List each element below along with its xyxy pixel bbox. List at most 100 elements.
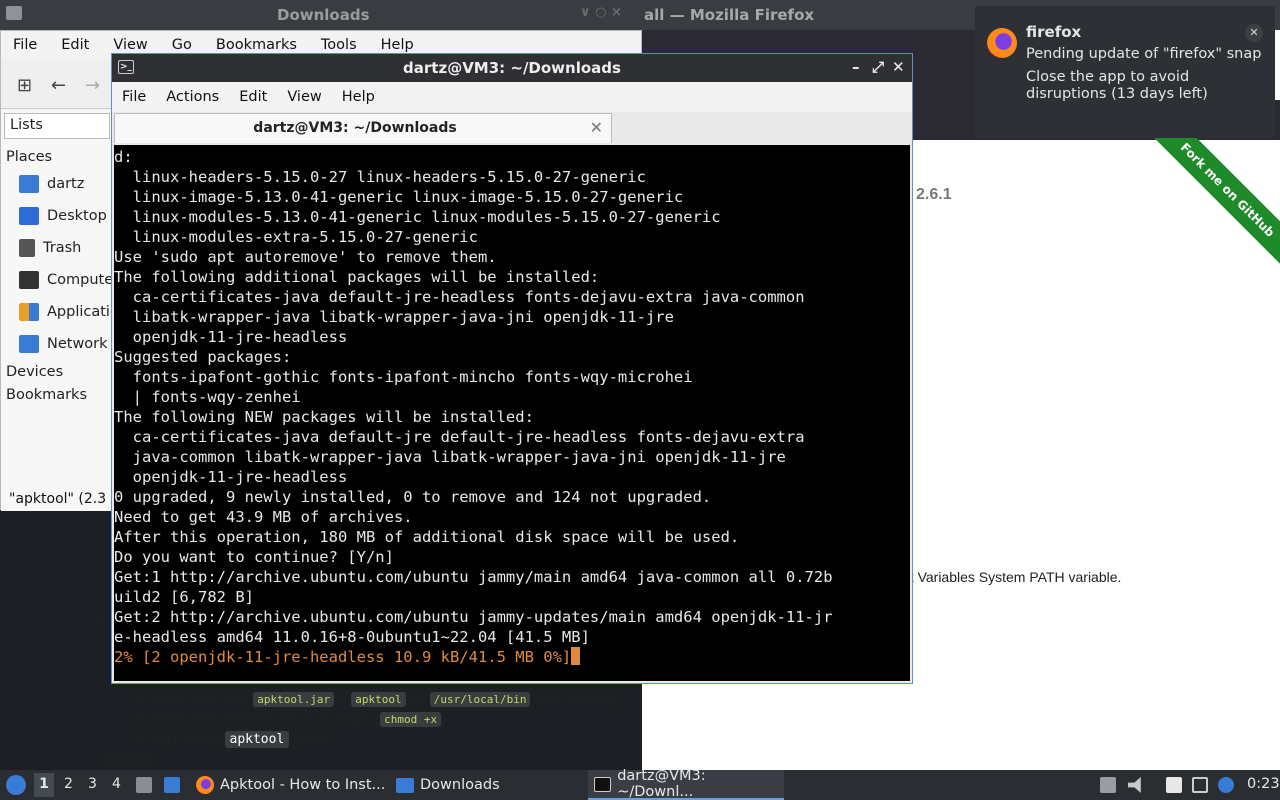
macos-item: • macOS: [97, 751, 158, 767]
sidebar-item-applications[interactable]: Applications [19, 303, 111, 321]
sidebar-item-dartz[interactable]: dartz [19, 175, 111, 193]
volume-icon[interactable] [1128, 777, 1141, 793]
places-heading: Places [6, 149, 53, 165]
code-apktool: apktool [351, 692, 406, 707]
menu-bookmarks[interactable]: Bookmarks [204, 37, 309, 53]
computer-icon [19, 271, 39, 289]
updates-icon[interactable] [1218, 777, 1234, 793]
terminal-line: openjdk-11-jre-headless [114, 328, 348, 346]
terminal-window: >_ dartz@VM3: ~/Downloads – ⤢ ✕ File Act… [111, 53, 913, 684]
sidebar-mode-select[interactable]: Lists [4, 113, 110, 139]
sidebar-item-network[interactable]: Network [19, 335, 111, 353]
progress-line: 2% [2 openjdk-11-jre-headless 10.9 kB/41… [114, 647, 910, 667]
notification-body: Pending update of "firefox" snap Close t… [1026, 46, 1262, 102]
terminal-title-bar: >_ dartz@VM3: ~/Downloads – ⤢ ✕ [112, 54, 912, 82]
terminal-line: linux-modules-extra-5.15.0-27-generic [114, 228, 478, 246]
tab-close-icon[interactable]: ✕ [590, 118, 603, 137]
terminal-line: d: [114, 148, 133, 166]
terminal-output[interactable]: d: linux-headers-5.15.0-27 linux-headers… [114, 145, 910, 681]
step-6: 6. Try running apktool via cli [135, 730, 329, 748]
menu-file[interactable]: File [1, 37, 49, 53]
menu-file[interactable]: File [112, 89, 156, 105]
env-path-text: nt Variables System PATH variable. [902, 569, 1122, 585]
window-controls[interactable]: ∨ ○ × [580, 5, 622, 20]
terminal-line: Get:1 http://archive.ubuntu.com/ubuntu j… [114, 568, 833, 586]
sidebar-item-desktop[interactable]: Desktop [19, 207, 111, 225]
menu-help[interactable]: Help [332, 89, 385, 105]
back-arrow-icon[interactable]: ← [51, 75, 66, 96]
terminal-line: linux-modules-5.13.0-41-generic linux-mo… [114, 208, 721, 226]
terminal-line: libatk-wrapper-java libatk-wrapper-java-… [114, 308, 674, 326]
menu-help[interactable]: Help [369, 37, 426, 53]
clock[interactable]: 0:23 [1247, 776, 1280, 792]
terminal-line: linux-image-5.13.0-41-generic linux-imag… [114, 188, 684, 206]
sidebar-item-computer[interactable]: Computer [19, 271, 111, 289]
terminal-line: ca-certificates-java default-jre default… [114, 428, 805, 446]
terminal-line: 0 upgraded, 9 newly installed, 0 to remo… [114, 488, 712, 506]
terminal-line: Use 'sudo apt autoremove' to remove them… [114, 248, 497, 266]
eject-icon[interactable] [1100, 777, 1116, 793]
terminal-line: e-headless amd64 11.0.16+8-0ubuntu1~22.0… [114, 628, 590, 646]
sidebar-item-trash[interactable]: Trash [19, 239, 111, 257]
devices-heading: Devices [6, 364, 64, 380]
version-heading: 2.6.1 [916, 186, 952, 203]
close-icon[interactable]: ✕ [892, 58, 905, 76]
home-folder-icon [19, 175, 39, 193]
network-status-icon[interactable] [1192, 777, 1208, 793]
filemanager-window-title: Downloads [277, 6, 370, 24]
start-menu-icon[interactable] [6, 775, 26, 795]
terminal-window-title: dartz@VM3: ~/Downloads [403, 59, 621, 77]
menu-edit[interactable]: Edit [229, 89, 277, 105]
terminal-line: The following NEW packages will be insta… [114, 408, 534, 426]
notification-app-name: firefox [1026, 23, 1082, 41]
folder-icon [6, 6, 22, 20]
clipboard-icon[interactable] [1166, 777, 1182, 793]
code-chmod: chmod +x [380, 712, 442, 727]
terminal-line: linux-headers-5.15.0-27 linux-headers-5.… [114, 168, 646, 186]
desktop-icon [19, 207, 39, 225]
menu-actions[interactable]: Actions [156, 89, 229, 105]
maximize-icon[interactable]: ⤢ [872, 58, 884, 76]
firefox-icon [987, 28, 1017, 58]
update-notification[interactable]: firefox ✕ Pending update of "firefox" sn… [975, 6, 1275, 138]
terminal-tab[interactable]: dartz@VM3: ~/Downloads ✕ [114, 113, 612, 143]
workspace-3[interactable]: 3 [88, 776, 97, 792]
bookmarks-heading: Bookmarks [6, 387, 88, 403]
close-icon[interactable]: ✕ [1245, 24, 1263, 42]
menu-tools[interactable]: Tools [309, 37, 369, 53]
forward-arrow-icon[interactable]: → [85, 75, 100, 96]
taskbar: 1 2 3 4 Apktool - How to Inst... Downloa… [0, 768, 1280, 800]
workspace-2[interactable]: 2 [64, 776, 73, 792]
terminal-cursor [571, 647, 581, 665]
terminal-line: After this operation, 180 MB of addition… [114, 528, 740, 546]
terminal-line: java-common libatk-wrapper-java libatk-w… [114, 448, 786, 466]
terminal-line: uild2 [6,782 B] [114, 588, 254, 606]
terminal-icon [594, 776, 612, 792]
terminal-line: Get:2 http://archive.ubuntu.com/ubuntu j… [114, 608, 833, 626]
terminal-line: ca-certificates-java default-jre-headles… [114, 288, 805, 306]
step-5: 5. Make sure both files are executable (… [135, 710, 446, 727]
new-tab-icon[interactable]: ⊞ [17, 75, 32, 96]
menu-go[interactable]: Go [160, 37, 204, 53]
show-desktop-icon[interactable] [164, 777, 180, 793]
code-apktool-run: apktool [224, 731, 290, 748]
terminal-line: fonts-ipafont-gothic fonts-ipafont-minch… [114, 368, 693, 386]
menu-view[interactable]: View [101, 37, 159, 53]
minimize-icon[interactable]: – [852, 58, 860, 76]
filemanager-sidebar: Lists Places dartz Desktop Trash Compute… [1, 111, 111, 511]
tab-label: dartz@VM3: ~/Downloads [253, 120, 457, 136]
workspace-1[interactable]: 1 [34, 773, 54, 797]
folder-icon [396, 777, 414, 793]
bullet: • [97, 610, 102, 626]
menu-view[interactable]: View [277, 89, 331, 105]
network-icon [19, 335, 39, 353]
task-downloads[interactable]: Downloads [390, 770, 506, 800]
task-firefox[interactable]: Apktool - How to Inst... [190, 770, 391, 800]
file-manager-launcher-icon[interactable] [136, 777, 152, 793]
workspace-4[interactable]: 4 [112, 776, 121, 792]
terminal-line: The following additional packages will b… [114, 268, 600, 286]
task-terminal[interactable]: dartz@VM3: ~/Downl... [588, 768, 784, 800]
menu-edit[interactable]: Edit [49, 37, 101, 53]
applications-icon [19, 303, 39, 321]
firefox-window-title: all — Mozilla Firefox [644, 6, 815, 24]
